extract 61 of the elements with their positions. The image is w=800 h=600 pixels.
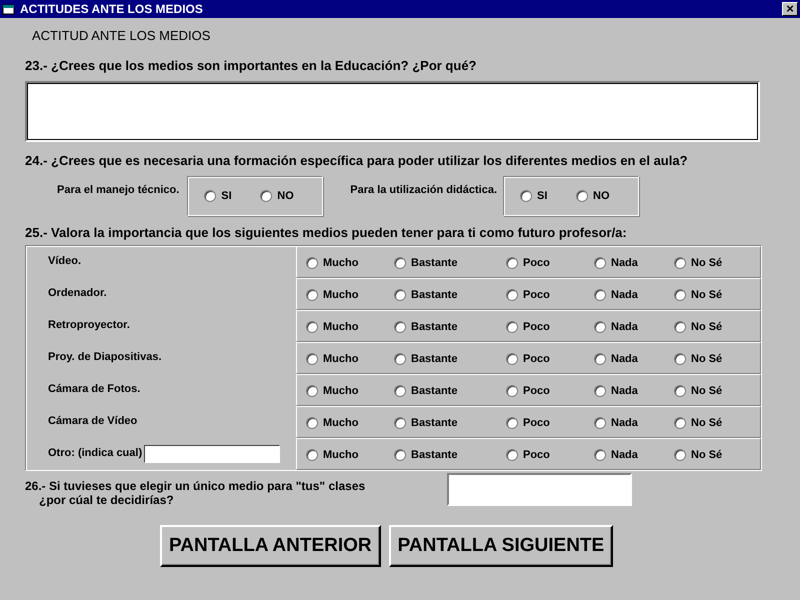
radio-button[interactable]: Bastante: [394, 289, 506, 301]
radio-button[interactable]: Mucho: [306, 417, 394, 429]
question-text: ¿por cúal te decidirías?: [39, 493, 174, 507]
radio-button[interactable]: Poco: [506, 321, 594, 333]
radio-button[interactable]: Poco: [506, 257, 594, 269]
media-label: Retroproyector.: [48, 319, 130, 331]
section-heading: ACTITUD ANTE LOS MEDIOS: [32, 28, 210, 43]
close-button[interactable]: ×: [782, 2, 798, 16]
media-label: Ordenador.: [48, 287, 107, 299]
media-label: Cámara de Vídeo: [48, 415, 138, 427]
radio-button[interactable]: Poco: [506, 353, 594, 365]
option-label: Para el manejo técnico.: [57, 184, 180, 196]
question-text: 23.- ¿Crees que los medios son importantes en la Educación? ¿Por qué?: [25, 58, 476, 73]
radio-button[interactable]: Nada: [594, 449, 674, 461]
radio-button[interactable]: Bastante: [394, 385, 506, 397]
radio-button[interactable]: Nada: [594, 257, 674, 269]
media-label: Vídeo.: [48, 255, 82, 267]
radio-button[interactable]: Poco: [506, 417, 594, 429]
radio-button[interactable]: Bastante: [394, 449, 506, 461]
question-text: 24.- ¿Crees que es necesaria una formación específica para poder utilizar los diferentes medios en el aula?: [25, 153, 688, 168]
media-label: Otro: (indica cual): [48, 447, 142, 459]
question-text: 26.- Si tuvieses que elegir un único medio para "tus" clases: [25, 479, 366, 493]
radio-button[interactable]: Bastante: [394, 321, 506, 333]
input-field[interactable]: [144, 445, 280, 463]
radio-button[interactable]: Poco: [506, 385, 594, 397]
radio-button[interactable]: No Sé: [674, 449, 734, 461]
radio-button[interactable]: Mucho: [306, 321, 394, 333]
radio-button[interactable]: No Sé: [674, 417, 734, 429]
radio-button[interactable]: Poco: [506, 289, 594, 301]
media-label: Cámara de Fotos.: [48, 383, 140, 395]
answer-box[interactable]: [25, 81, 760, 142]
radio-button[interactable]: Nada: [594, 289, 674, 301]
radio-button[interactable]: Mucho: [306, 385, 394, 397]
question-text: 25.- Valora la importancia que los siguientes medios pueden tener para ti como futuro profesor/a:: [25, 225, 627, 240]
radio-button[interactable]: Mucho: [306, 257, 394, 269]
radio-button[interactable]: Mucho: [306, 353, 394, 365]
radio-button[interactable]: NO: [260, 190, 316, 202]
nav-button[interactable]: PANTALLA SIGUIENTE: [388, 525, 614, 567]
radio-button[interactable]: Bastante: [394, 257, 506, 269]
radio-button[interactable]: Nada: [594, 321, 674, 333]
radio-button[interactable]: Mucho: [306, 449, 394, 461]
radio-button[interactable]: Poco: [506, 449, 594, 461]
radio-button[interactable]: NO: [576, 190, 632, 202]
radio-button[interactable]: SI: [520, 190, 576, 202]
radio-button[interactable]: No Sé: [674, 353, 734, 365]
radio-button[interactable]: No Sé: [674, 289, 734, 301]
radio-button[interactable]: No Sé: [674, 257, 734, 269]
radio-button[interactable]: Bastante: [394, 417, 506, 429]
radio-button[interactable]: No Sé: [674, 385, 734, 397]
radio-button[interactable]: SI: [204, 190, 260, 202]
radio-button[interactable]: No Sé: [674, 321, 734, 333]
radio-button[interactable]: Nada: [594, 417, 674, 429]
radio-button[interactable]: Mucho: [306, 289, 394, 301]
radio-button[interactable]: Nada: [594, 353, 674, 365]
nav-button[interactable]: PANTALLA ANTERIOR: [160, 525, 381, 567]
folder-window-icon: [2, 3, 16, 15]
media-label: Proy. de Diapositivas.: [48, 351, 162, 363]
window-title: ACTITUDES ANTE LOS MEDIOS: [20, 2, 204, 16]
radio-button[interactable]: Bastante: [394, 353, 506, 365]
radio-button[interactable]: Nada: [594, 385, 674, 397]
option-label: Para la utilización didáctica.: [350, 184, 497, 196]
